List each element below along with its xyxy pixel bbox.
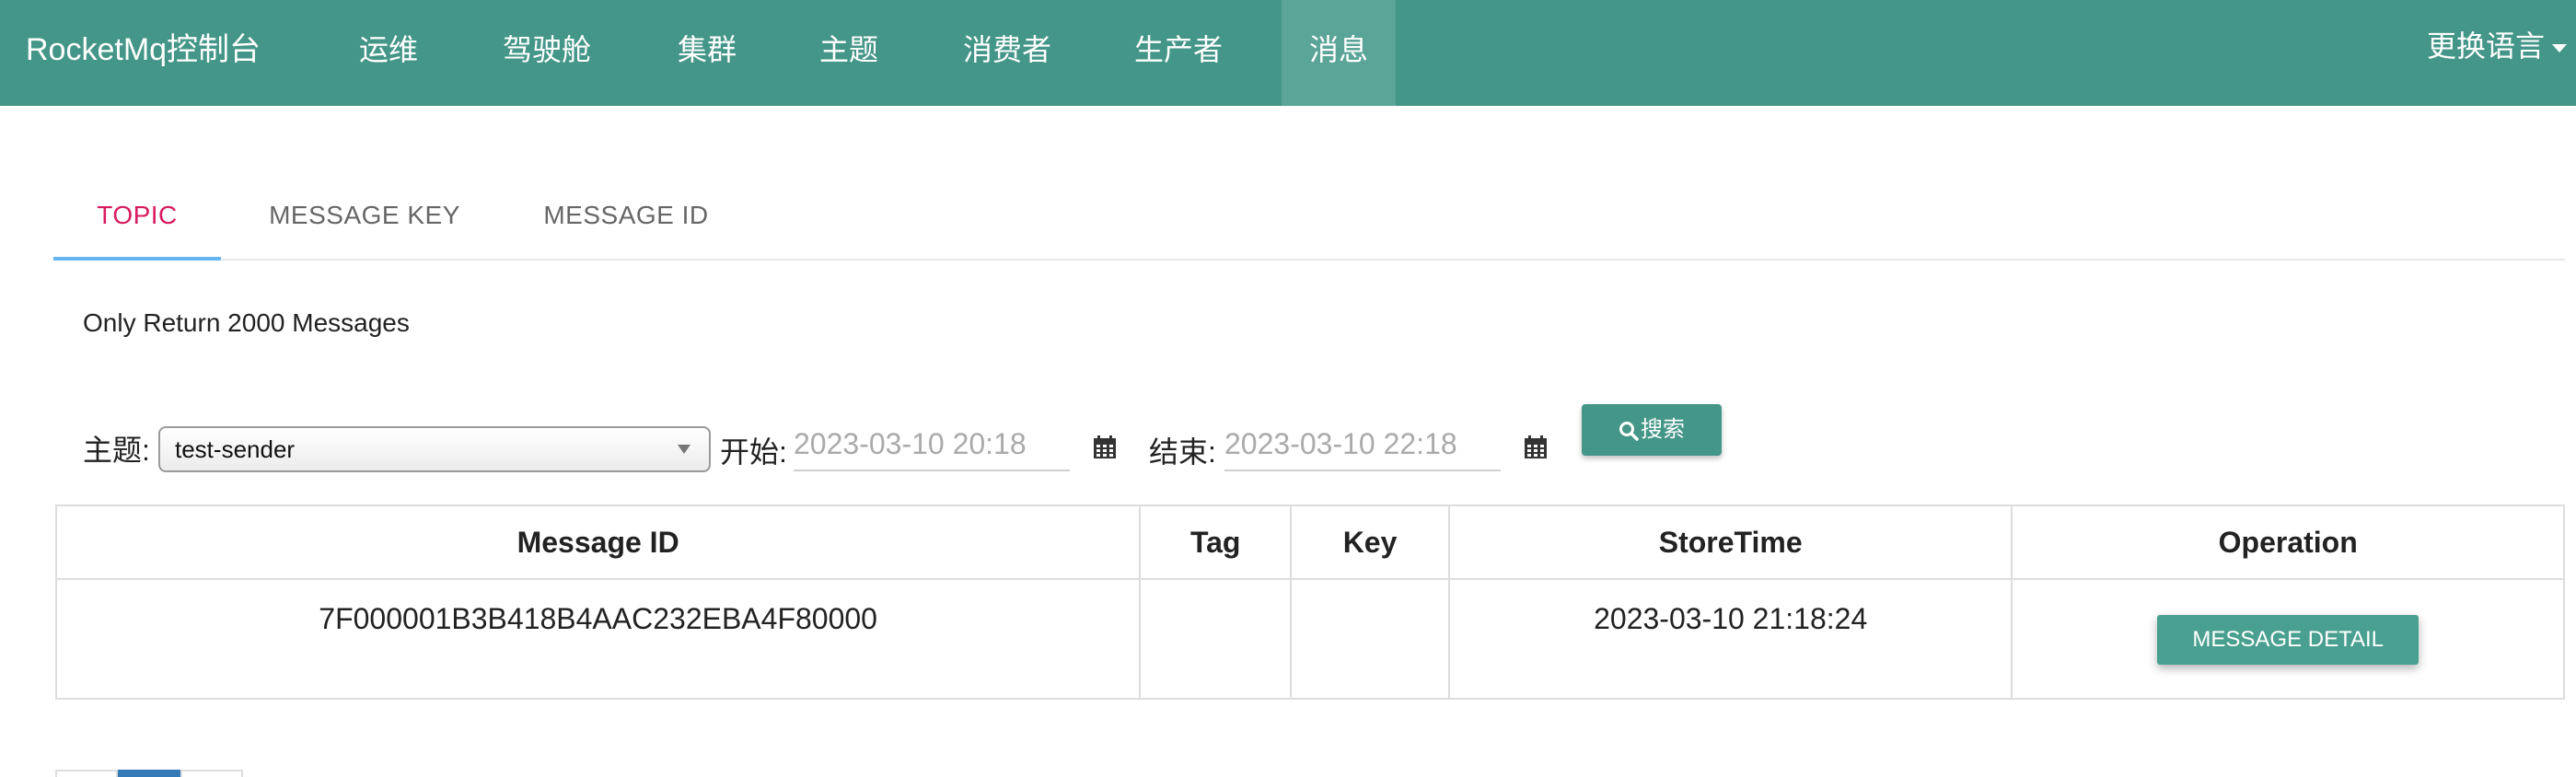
tab-topic[interactable]: TOPIC [53,170,221,261]
message-detail-button[interactable]: MESSAGE DETAIL [2157,615,2419,665]
nav-item-ops[interactable]: 运维 [350,0,427,106]
nav-item-producer[interactable]: 生产者 [1129,0,1228,106]
topic-label: 主题: [83,434,150,467]
cell-tag [1139,578,1293,700]
column-header-key: Key [1290,504,1450,580]
column-header-tag: Tag [1139,504,1293,580]
table-row: 7F000001B3B418B4AAC232EBA4F80000 2023-03… [54,578,2565,700]
pagination [55,770,243,777]
pagination-next[interactable] [180,770,243,777]
calendar-icon[interactable] [1092,435,1118,460]
active-tab-indicator [53,257,221,261]
topic-select[interactable]: test-sender [158,426,711,472]
cell-operation: MESSAGE DETAIL [2011,578,2565,700]
language-dropdown[interactable]: 更换语言 [2427,0,2567,92]
column-header-store-time: StoreTime [1447,504,2013,580]
brand-title[interactable]: RocketMq控制台 [26,24,261,69]
nav-item-consumer[interactable]: 消费者 [957,0,1057,106]
begin-label: 开始: [720,435,787,469]
tab-message-key[interactable]: MESSAGE KEY [247,170,482,261]
end-label: 结束: [1149,435,1216,469]
message-table: Message ID Tag Key StoreTime Operation 7… [54,504,2565,700]
pagination-page-current[interactable] [118,770,180,777]
language-label: 更换语言 [2426,29,2545,63]
table-header-row: Message ID Tag Key StoreTime Operation [54,504,2565,580]
calendar-icon[interactable] [1523,435,1549,460]
select-arrow-icon [678,445,690,454]
search-icon [1619,421,1639,441]
begin-date-input[interactable]: 2023-03-10 20:18 [794,425,1070,471]
caret-down-icon [2552,44,2567,53]
pagination-prev[interactable] [55,770,118,777]
cell-message-id: 7F000001B3B418B4AAC232EBA4F80000 [54,578,1142,700]
tab-message-id[interactable]: MESSAGE ID [514,170,738,261]
end-date-input[interactable]: 2023-03-10 22:18 [1224,425,1501,471]
topic-select-value: test-sender [175,435,296,463]
nav-item-dashboard[interactable]: 驾驶舱 [497,0,597,106]
nav-item-cluster[interactable]: 集群 [668,0,746,106]
search-button[interactable]: 搜索 [1582,404,1722,456]
cell-key [1290,578,1450,700]
cell-store-time: 2023-03-10 21:18:24 [1447,578,2013,700]
nav-item-topic[interactable]: 主题 [810,0,888,106]
search-button-label: 搜索 [1641,417,1685,442]
nav-item-message[interactable]: 消息 [1282,0,1396,106]
query-tabs: TOPIC MESSAGE KEY MESSAGE ID [53,170,2565,261]
top-navbar: RocketMq控制台 运维 驾驶舱 集群 主题 消费者 生产者 消息 更换语言 [0,0,2576,106]
column-header-message-id: Message ID [54,504,1142,580]
result-limit-note: Only Return 2000 Messages [83,308,410,337]
column-header-operation: Operation [2011,504,2565,580]
